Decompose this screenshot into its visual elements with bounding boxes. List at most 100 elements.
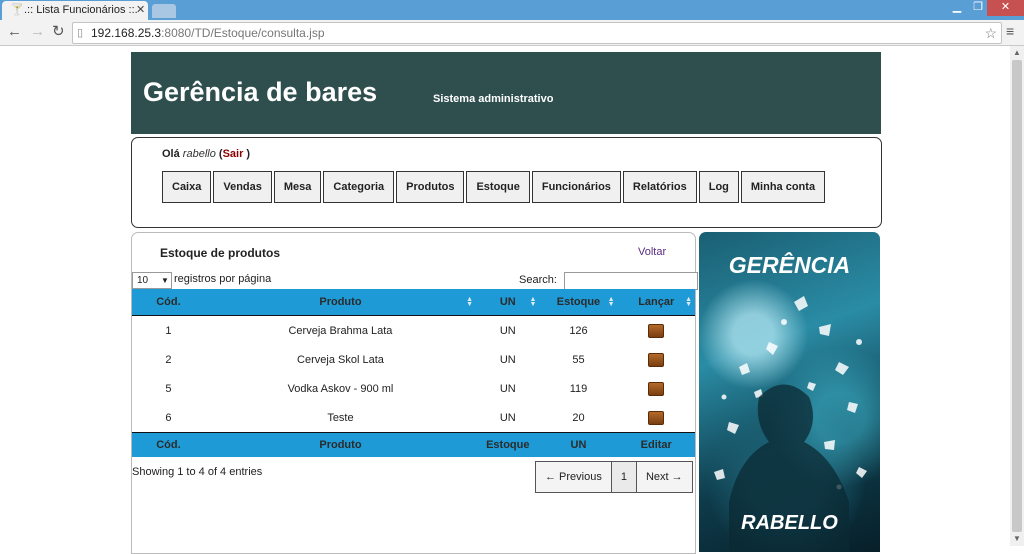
browser-titlebar: 🍸 .:: Lista Funcionários ::. ✕ ▁ ❐ ✕ bbox=[0, 0, 1024, 20]
bookmark-star-icon[interactable]: ☆ bbox=[984, 23, 997, 43]
cell-lancar bbox=[618, 403, 696, 433]
menu-funcionarios[interactable]: Funcionários bbox=[531, 171, 621, 203]
browser-tab[interactable]: 🍸 .:: Lista Funcionários ::. ✕ bbox=[2, 1, 148, 20]
footer-editar: Editar bbox=[617, 432, 695, 457]
back-link[interactable]: Voltar bbox=[638, 246, 666, 258]
launch-stock-icon[interactable] bbox=[648, 352, 665, 367]
forward-arrow-icon[interactable]: → bbox=[30, 22, 45, 42]
cell-lancar bbox=[618, 316, 696, 346]
table-header-row: Cód.▲ Produto ▲▼ UN ▲▼ Estoque ▲▼ Lançar ▲▼ bbox=[132, 289, 695, 316]
banner-subtitle: RABELLO bbox=[741, 512, 838, 534]
menu-caixa[interactable]: Caixa bbox=[162, 171, 212, 203]
footer-cod: Cód. bbox=[132, 432, 205, 457]
cell-un: UN bbox=[499, 411, 516, 424]
page-length-select[interactable]: 10 ▼ bbox=[132, 272, 172, 289]
logout-link[interactable]: Sair bbox=[223, 148, 244, 160]
scroll-thumb[interactable] bbox=[1012, 60, 1022, 532]
maximize-icon[interactable]: ❐ bbox=[970, 0, 986, 16]
back-arrow-icon[interactable]: ← bbox=[7, 22, 22, 42]
cell-produto: Cerveja Skol Lata bbox=[297, 353, 384, 366]
menu-relatorios[interactable]: Relatórios bbox=[622, 171, 697, 203]
site-brand: Gerência de bares bbox=[143, 77, 378, 107]
launch-stock-icon[interactable] bbox=[648, 410, 665, 425]
minimize-icon[interactable]: ▁ bbox=[944, 0, 970, 16]
menu-mesa[interactable]: Mesa bbox=[273, 171, 322, 203]
launch-stock-icon[interactable] bbox=[648, 381, 665, 396]
cell-estoque: 126 bbox=[569, 324, 588, 337]
site-header: Gerência de bares Sistema administrativo bbox=[131, 52, 881, 134]
cell-produto: Vodka Askov - 900 ml bbox=[287, 382, 394, 395]
page-icon: ▯ bbox=[77, 27, 84, 39]
menu-categoria[interactable]: Categoria bbox=[323, 171, 395, 203]
col-header-cod[interactable]: Cód.▲ bbox=[132, 289, 212, 316]
browser-menu-icon[interactable]: ≡ bbox=[1006, 23, 1014, 39]
col-header-lancar[interactable]: Lançar ▲ ▼ bbox=[617, 289, 695, 316]
page-scrollbar[interactable]: ▲ ▼ bbox=[1010, 46, 1024, 546]
main-menu: Caixa Vendas Mesa Categoria Produtos Estoque F… bbox=[162, 171, 827, 203]
search-label: Search: bbox=[519, 274, 557, 286]
side-banner-image: GERÊNCIA RABELLO bbox=[699, 232, 880, 552]
cell-cod: 1 bbox=[165, 324, 172, 337]
cell-produto: Teste bbox=[327, 411, 354, 424]
scroll-down-icon[interactable]: ▼ bbox=[1010, 532, 1024, 546]
page-1-button[interactable]: 1 bbox=[610, 461, 637, 493]
footer-un: UN bbox=[539, 432, 618, 457]
table-info: Showing 1 to 4 of 4 entries bbox=[132, 466, 263, 478]
dropdown-arrow-icon: ▼ bbox=[161, 276, 169, 285]
page-title: Estoque de produtos bbox=[160, 246, 280, 260]
table-footer-row: Cód. Produto Estoque UN Editar bbox=[132, 432, 695, 457]
stock-table: Cód.▲ Produto▲▼ UN▲▼ Estoque▲▼ Lançar▲▼ … bbox=[132, 289, 695, 457]
close-paren: ) bbox=[246, 148, 251, 160]
col-header-produto[interactable]: Produto ▲ ▼ bbox=[204, 289, 477, 316]
url-path: :8080/TD/Estoque/consulta.jsp bbox=[161, 26, 325, 40]
col-header-estoque[interactable]: Estoque ▲ ▼ bbox=[539, 289, 618, 316]
sort-icon: ▲ ▼ bbox=[529, 296, 537, 308]
footer-estoque: Estoque bbox=[476, 432, 540, 457]
col-header-estoque-label: Estoque bbox=[556, 296, 601, 308]
sort-icon: ▲ ▼ bbox=[466, 296, 474, 308]
address-bar[interactable]: ▯ 192.168.25.3:8080/TD/Estoque/consulta.… bbox=[72, 22, 1002, 44]
cell-produto: Cerveja Brahma Lata bbox=[288, 324, 393, 337]
cell-estoque: 119 bbox=[569, 382, 588, 395]
menu-estoque[interactable]: Estoque bbox=[466, 171, 530, 203]
page-length-label: registros por página bbox=[174, 273, 272, 285]
table-row: 2 Cerveja Skol Lata UN 55 bbox=[132, 345, 695, 374]
username: rabello bbox=[182, 148, 216, 160]
user-greeting: Olá rabello (Sair ) bbox=[162, 148, 250, 160]
site-subtitle: Sistema administrativo bbox=[433, 93, 554, 105]
table-row: 1 Cerveja Brahma Lata UN 126 bbox=[132, 316, 695, 346]
sort-icon: ▲ ▼ bbox=[685, 296, 692, 308]
tab-title: .:: Lista Funcionários ::. bbox=[24, 4, 138, 16]
cell-lancar bbox=[618, 374, 696, 403]
search-input[interactable] bbox=[564, 272, 698, 290]
menu-vendas[interactable]: Vendas bbox=[213, 171, 272, 203]
previous-page-button[interactable]: ← Previous bbox=[535, 461, 612, 493]
menu-produtos[interactable]: Produtos bbox=[396, 171, 465, 203]
greeting-text: Olá bbox=[162, 148, 180, 160]
url-text: 192.168.25.3:8080/TD/Estoque/consulta.js… bbox=[91, 23, 325, 43]
stock-panel: Estoque de produtos Voltar 10 ▼ registro… bbox=[131, 232, 698, 554]
table-row: 6 Teste UN 20 bbox=[132, 403, 695, 433]
launch-stock-icon[interactable] bbox=[648, 323, 665, 338]
close-window-icon[interactable]: ✕ bbox=[987, 0, 1024, 16]
navigation-panel: Olá rabello (Sair ) Caixa Vendas Mesa Categ… bbox=[131, 137, 882, 228]
cell-estoque: 55 bbox=[572, 353, 585, 366]
col-header-un-label: UN bbox=[499, 296, 516, 308]
new-tab-button[interactable] bbox=[152, 4, 176, 18]
table-row: 5 Vodka Askov - 900 ml UN 119 bbox=[132, 374, 695, 403]
menu-minha-conta[interactable]: Minha conta bbox=[740, 171, 826, 203]
col-header-cod-label: Cód. bbox=[156, 296, 181, 308]
scroll-up-icon[interactable]: ▲ bbox=[1010, 46, 1024, 60]
banner-artwork bbox=[714, 296, 867, 552]
cell-cod: 5 bbox=[165, 382, 172, 395]
cell-cod: 2 bbox=[165, 353, 172, 366]
browser-toolbar: ← → ↻ ▯ 192.168.25.3:8080/TD/Estoque/con… bbox=[0, 20, 1024, 46]
next-page-button[interactable]: Next → bbox=[635, 461, 693, 493]
banner-title: GERÊNCIA bbox=[728, 252, 851, 278]
menu-log[interactable]: Log bbox=[698, 171, 739, 203]
col-header-un[interactable]: UN ▲ ▼ bbox=[476, 289, 540, 316]
page-length-value: 10 bbox=[137, 275, 149, 286]
close-tab-icon[interactable]: ✕ bbox=[136, 1, 145, 20]
col-header-produto-label: Produto bbox=[319, 296, 362, 308]
reload-icon[interactable]: ↻ bbox=[52, 22, 65, 42]
